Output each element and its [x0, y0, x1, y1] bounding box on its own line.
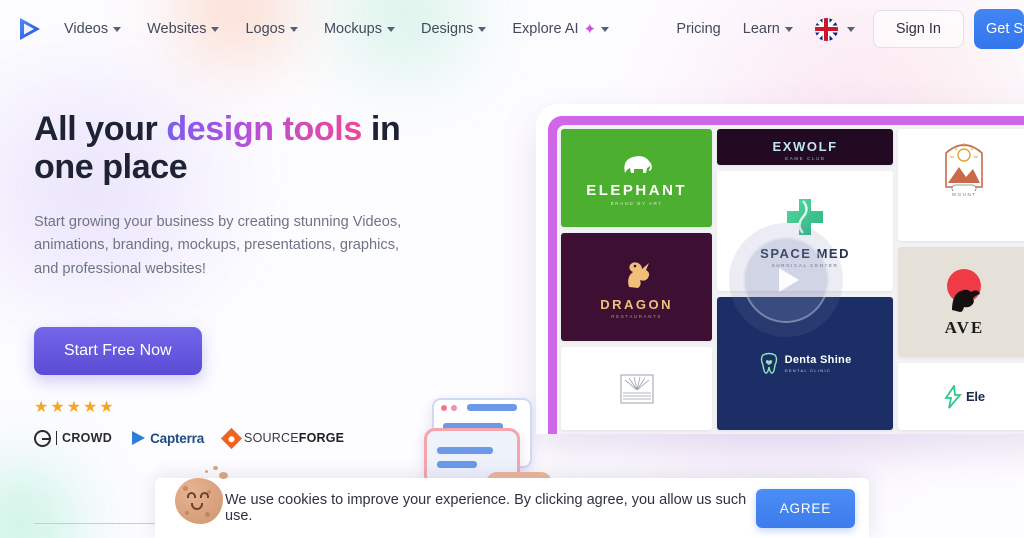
sourceforge-badge[interactable]: SOURCEFORGE: [220, 427, 344, 449]
logo-card-elephant-name: ELEPHANT: [586, 181, 688, 199]
sourceforge-label: SOURCEFORGE: [244, 431, 344, 445]
hero-subtitle: Start growing your business by creating …: [34, 213, 402, 278]
nav-item-logos-label: Logos: [245, 21, 285, 37]
uk-flag-icon[interactable]: [814, 17, 838, 41]
chevron-down-icon: [478, 26, 487, 32]
sign-in-button[interactable]: Sign In: [872, 10, 964, 48]
sourceforge-label-bold: FORGE: [298, 431, 345, 446]
medical-cross-icon: [787, 198, 824, 235]
start-free-now-button[interactable]: Start Free Now: [34, 326, 202, 375]
chevron-down-icon: [601, 26, 610, 32]
capterra-label: Capterra: [150, 430, 205, 446]
cookie-icon: [169, 466, 231, 528]
page-title: All your design tools in one place: [34, 110, 474, 187]
logo-card-exwolf-name: EXWOLF: [772, 139, 838, 154]
g2-logo-icon: [34, 429, 51, 447]
star-rating: ★★★★★: [34, 398, 116, 416]
nav-item-learn-label: Learn: [742, 21, 780, 37]
gallery-column-left: ELEPHANT BRAND BY ART DRAGON RESTAURANTS: [561, 129, 713, 430]
play-triangle-logo-icon: [20, 18, 40, 40]
capterra-badge[interactable]: Capterra: [132, 431, 204, 446]
lightning-bolt-icon: [944, 384, 962, 409]
chevron-down-icon: [211, 26, 220, 32]
browser-content-bar: [437, 447, 493, 454]
chevron-down-icon: [846, 26, 855, 32]
hero-gallery-purple-border: ELEPHANT BRAND BY ART DRAGON RESTAURANTS: [548, 116, 1024, 434]
g2-crowd-badge[interactable]: CROWD: [34, 429, 112, 447]
agree-button[interactable]: AGREE: [755, 488, 855, 528]
dragon-icon: [627, 262, 649, 288]
logo-card-denta-shine-sub: DENTAL CLINIC: [784, 368, 832, 373]
nav-item-explore-ai[interactable]: Explore AI ✦: [512, 15, 610, 43]
logo-card-ave-name: AVE: [944, 318, 985, 337]
woman-silhouette-icon: [947, 269, 982, 312]
get-started-button[interactable]: Get Started: [974, 9, 1024, 49]
nav-item-learn[interactable]: Learn: [743, 15, 793, 43]
cookie-message: We use cookies to improve your experienc…: [225, 492, 747, 524]
chevron-down-icon: [113, 26, 122, 32]
logo-card-dragon-name: DRAGON: [600, 297, 674, 312]
nav-item-logos[interactable]: Logos: [245, 15, 298, 43]
mountain-badge-icon: [945, 143, 984, 191]
primary-nav-links: Videos Websites Logos Mockups Designs Ex…: [52, 15, 635, 43]
logo-card-ave[interactable]: AVE: [897, 247, 1024, 357]
capterra-logo-icon: [132, 431, 146, 446]
mint-blob-corner: [0, 455, 100, 538]
nav-item-pricing[interactable]: Pricing: [676, 15, 720, 43]
site-logo[interactable]: [8, 9, 52, 49]
logo-card-denta-shine-name: Denta Shine: [784, 354, 852, 366]
cookie-consent-banner: We use cookies to improve your experienc…: [155, 466, 869, 538]
chevron-down-icon: [387, 26, 395, 32]
nav-item-websites[interactable]: Websites: [147, 15, 220, 43]
top-navigation-bar: Videos Websites Logos Mockups Designs Ex…: [0, 0, 1024, 58]
nav-item-pricing-label: Pricing: [676, 21, 721, 37]
nav-item-mockups[interactable]: Mockups: [324, 15, 395, 43]
sunrise-line-icon: [620, 374, 654, 403]
gallery-column-right: MOUNT AVE Ele: [897, 129, 1024, 430]
logo-gallery-grid: ELEPHANT BRAND BY ART DRAGON RESTAURANTS: [557, 125, 1024, 434]
language-selector[interactable]: [846, 21, 855, 38]
logo-card-exwolf[interactable]: EXWOLF GAME CLUB: [717, 129, 893, 165]
nav-item-websites-label: Websites: [147, 21, 207, 37]
page-title-part1: All your: [34, 110, 167, 148]
browser-address-bar: [467, 404, 517, 411]
play-button-overlay[interactable]: [743, 236, 830, 323]
secondary-nav-links: Pricing Learn Sign In Get Started: [664, 9, 1024, 49]
nav-item-designs-label: Designs: [421, 21, 474, 37]
trust-badges: CROWD Capterra SOURCEFORGE: [34, 427, 474, 449]
sourceforge-label-light: SOURCE: [244, 431, 299, 446]
page-title-highlight: design tools: [166, 110, 362, 148]
hero-section: All your design tools in one place Start…: [34, 110, 474, 449]
g2-crowd-label: CROWD: [56, 431, 112, 446]
logo-card-electric-name: Ele: [965, 389, 985, 404]
chevron-down-icon: [289, 26, 298, 32]
page-title-part2: in: [361, 110, 401, 148]
nav-item-designs[interactable]: Designs: [421, 15, 487, 43]
logo-card-sunrise[interactable]: [561, 347, 713, 430]
tooth-icon: [760, 352, 777, 374]
nav-item-mockups-label: Mockups: [323, 21, 382, 37]
logo-card-dragon-sub: RESTAURANTS: [611, 314, 663, 319]
nav-item-explore-ai-label: Explore AI: [512, 21, 579, 37]
chevron-down-icon: [784, 26, 793, 32]
browser-content-bar: [437, 461, 477, 468]
page-title-line2: one place: [34, 148, 188, 187]
logo-card-exwolf-sub: GAME CLUB: [784, 156, 826, 161]
logo-card-elephant[interactable]: ELEPHANT BRAND BY ART: [561, 129, 713, 227]
nav-item-videos-label: Videos: [64, 21, 109, 37]
logo-card-elephant-sub: BRAND BY ART: [610, 200, 663, 206]
logo-card-mount[interactable]: MOUNT: [897, 129, 1024, 241]
logo-card-mount-name: MOUNT: [952, 192, 977, 197]
elephant-icon: [624, 155, 652, 173]
sourceforge-logo-icon: [220, 427, 243, 449]
hero-gallery-frame: ELEPHANT BRAND BY ART DRAGON RESTAURANTS: [536, 104, 1024, 434]
sparkle-icon: ✦: [583, 20, 597, 38]
logo-card-dragon[interactable]: DRAGON RESTAURANTS: [561, 233, 713, 341]
logo-card-electric[interactable]: Ele: [897, 363, 1024, 430]
nav-item-videos[interactable]: Videos: [64, 15, 122, 43]
